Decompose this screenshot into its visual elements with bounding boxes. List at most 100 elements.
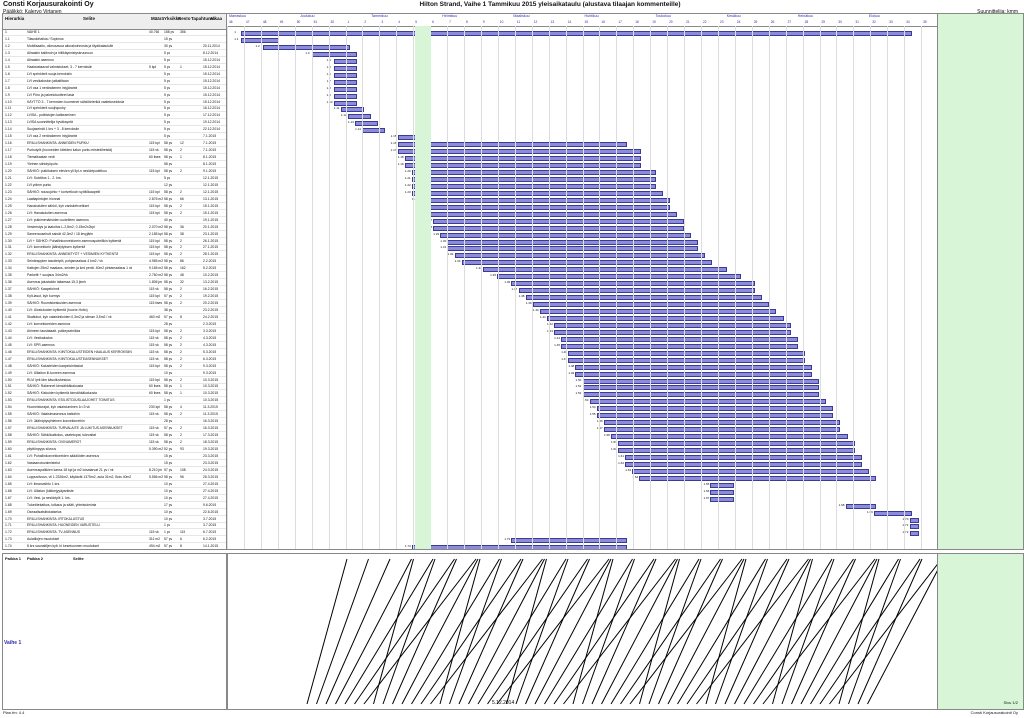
row-id: 1.57 [5, 426, 12, 431]
row-id: 1.56 [5, 419, 12, 424]
gantt-bar[interactable] [603, 427, 841, 433]
row-name: LVI: konvektorin jäähdytyksen kytkentä [27, 245, 86, 250]
gantt-bar-label: 1.58 [603, 433, 610, 438]
gantt-bar[interactable] [511, 538, 628, 544]
gantt-bar[interactable] [575, 364, 812, 370]
row-name: RLVI lyrit läm käsolluvkeskus [27, 377, 71, 382]
row-id: 1.65 [5, 481, 12, 486]
gantt-bar[interactable] [845, 503, 876, 509]
gantt-bar[interactable] [362, 128, 386, 134]
gantt-bar[interactable] [710, 489, 734, 495]
gantt-bar[interactable] [433, 218, 685, 224]
week-label: 46 [229, 20, 233, 24]
gantt-bar[interactable] [418, 197, 670, 203]
table-row: 1.55 SÄHKÖ: Valaisimasennus kattoihin 115 … [3, 412, 227, 419]
gantt-bar[interactable] [411, 176, 656, 182]
gantt-bar[interactable] [909, 524, 919, 530]
gantt-bar[interactable] [411, 190, 663, 196]
gantt-bar[interactable] [603, 420, 841, 426]
gantt-bar[interactable] [625, 461, 862, 467]
gantt-bar[interactable] [539, 309, 777, 314]
gantt-bar[interactable] [525, 295, 763, 301]
gantt-bar[interactable] [554, 329, 791, 335]
gantt-bar-label: 1.51 [575, 384, 582, 389]
gantt-bar-label: 1.73 [504, 537, 511, 542]
row-unit: 40 pv [164, 217, 173, 222]
gantt-bar[interactable] [241, 31, 912, 36]
col-location-1: Paikka 1 [5, 556, 22, 561]
gantt-bar[interactable] [561, 343, 798, 349]
flowline [781, 558, 835, 705]
flowline [848, 558, 901, 705]
gantt-bar[interactable] [447, 246, 699, 252]
gantt-bar[interactable] [625, 454, 862, 460]
gantt-bar[interactable] [518, 288, 756, 294]
gantt-bar[interactable] [447, 239, 699, 245]
gantt-bar[interactable] [710, 496, 734, 502]
row-duration: 4 [180, 405, 182, 410]
week-label: 21 [686, 20, 690, 24]
row-id: 1.43 [5, 328, 12, 333]
gantt-bar[interactable] [909, 531, 919, 537]
gantt-bar[interactable] [596, 406, 834, 412]
row-name: Airineen taustalaatt. putkeyseinikka [27, 328, 81, 333]
row-name: Kattojen 25m2 maalaus, seinien ja kml pe… [27, 266, 133, 271]
row-id: 1.32 [5, 252, 12, 257]
table-row: 1.21 LVI: Sulctitus 1 - 2. krs. 5 pv 12.1.2… [3, 176, 227, 182]
table-row: 1.69 Oseaalisatsiitokatselus 10 pv 22.6.201… [3, 510, 227, 516]
gantt-bar[interactable] [554, 322, 791, 328]
gantt-bar-label: 1.1 [234, 36, 239, 41]
gantt-bar[interactable] [312, 51, 357, 57]
gantt-bar[interactable] [397, 142, 628, 148]
gantt-bar[interactable] [404, 163, 642, 169]
gantt-bar-label: 1.35 [490, 273, 497, 278]
month-label: Joulukuu [300, 14, 315, 18]
row-unit: 5 pv [164, 120, 171, 125]
gantt-bar[interactable] [639, 475, 876, 481]
week-label: 33 [889, 20, 893, 24]
gantt-bar[interactable] [461, 260, 713, 266]
gantt-bar-label: 1.55 [589, 412, 596, 417]
table-row: 1.68 Tuloniitekatkos, tolkaus ja sääti, y… [3, 503, 227, 509]
row-unit: 58 pv [164, 245, 173, 250]
table-row: 1.8 LVI osa 1 nerärakenen iniyjärante 5 pv… [3, 86, 227, 92]
gantt-bar[interactable] [909, 517, 919, 523]
week-label: 14 [567, 20, 572, 24]
gantt-bar[interactable] [575, 371, 812, 377]
row-unit: 58 pv [164, 266, 173, 271]
gantt-bar[interactable] [561, 336, 798, 342]
gantt-bar[interactable] [347, 114, 372, 120]
week-label: 25 [753, 20, 758, 24]
gantt-bar[interactable] [404, 156, 642, 162]
row-name: LVI ydinm purku [27, 182, 52, 187]
gantt-bar[interactable] [874, 510, 912, 516]
gantt-bar[interactable] [411, 183, 656, 189]
gantt-bar-label: 1.54 [589, 405, 596, 410]
gantt-bar[interactable] [610, 434, 848, 440]
week-label: 1 [347, 20, 350, 24]
gantt-bar-label: 1.68 [838, 502, 845, 507]
gantt-bar[interactable] [497, 274, 741, 280]
table-row: 1.42 LVI: konvektoreiden asennus 28 pv 2.3.… [3, 322, 227, 328]
row-id: 1.10 [5, 99, 12, 104]
gantt-bar[interactable] [589, 399, 827, 405]
gantt-bar[interactable] [433, 225, 685, 231]
gantt-bar[interactable] [482, 267, 727, 273]
row-start: 28.1.2015 [203, 252, 219, 257]
row-start: 15.12.2014 [203, 57, 220, 62]
table-row: 1.67 LVI: Vesi- ja nesiärtyöt 1. krs. 10 p… [3, 496, 227, 502]
table-row: 1.46 ERILLISHANKINTA: KIINTOKALUSTEIDEN H… [3, 350, 227, 356]
gantt-bar[interactable] [411, 545, 628, 549]
gantt-bar[interactable] [411, 170, 656, 175]
gantt-bar[interactable] [340, 107, 365, 113]
gantt-bar[interactable] [262, 44, 350, 50]
gantt-bar[interactable] [710, 482, 734, 488]
week-gridline [497, 26, 499, 549]
col-location-desc: Selite [73, 556, 84, 561]
gantt-bar[interactable] [596, 413, 834, 419]
row-name: Huoneistorajat, kyh valaistuminen 1r=3 v… [27, 405, 90, 410]
gantt-bar[interactable] [397, 149, 642, 155]
row-name: Tilauskirtailua / Sopimus [27, 36, 64, 41]
gantt-bar-label: 1.65 [703, 481, 710, 486]
gantt-bar[interactable] [354, 121, 379, 127]
